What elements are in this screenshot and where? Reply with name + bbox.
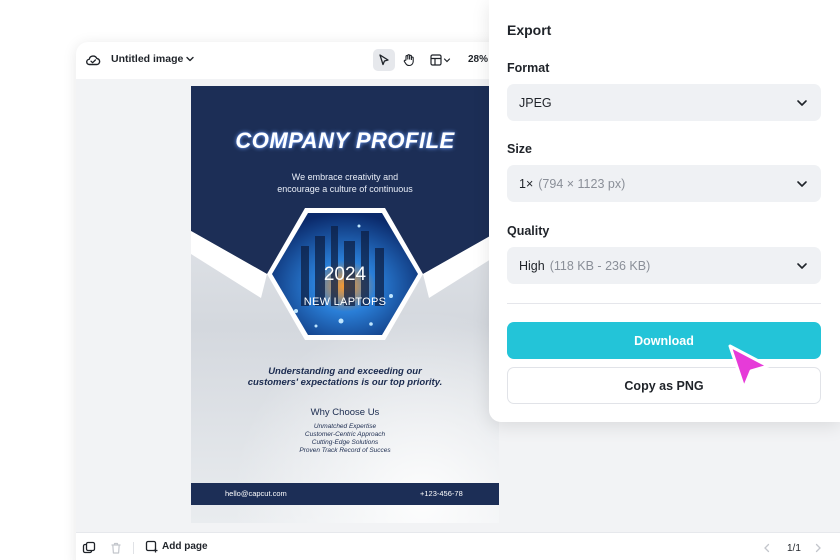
footer-email: hello@capcut.com [225, 489, 287, 498]
format-value: JPEG [519, 95, 552, 110]
why-item: Proven Track Record of Succes [299, 447, 391, 454]
company-profile-title: COMPANY PROFILE [235, 128, 455, 153]
chevron-right-icon[interactable] [813, 543, 823, 553]
zoom-level[interactable]: 28% [468, 54, 488, 65]
quote-line-1: Understanding and exceeding our [268, 366, 422, 377]
page-indicator: 1/1 [787, 543, 801, 554]
size-value: 1× [519, 176, 534, 191]
panel-divider [507, 303, 821, 304]
chevron-down-icon [797, 181, 807, 187]
layout-icon [430, 54, 451, 66]
why-item: Unmatched Expertise [313, 423, 377, 430]
why-item: Cutting-Edge Solutions [311, 439, 379, 446]
document-page[interactable]: COMPANY PROFILE We embrace creativity an… [191, 86, 499, 523]
quality-value: High [519, 258, 545, 273]
chevron-down-icon[interactable] [185, 54, 195, 64]
copy-label: Copy as PNG [624, 378, 704, 393]
subtitle-line-1: We embrace creativity and [291, 172, 399, 182]
cursor-pointer-icon [728, 344, 770, 390]
add-page-button[interactable]: Add page [145, 540, 208, 553]
add-page-label: Add page [162, 541, 208, 552]
size-hint: (794 × 1123 px) [538, 176, 626, 191]
quality-select[interactable]: High (118 KB - 236 KB) [507, 247, 821, 284]
trash-icon[interactable] [109, 541, 123, 555]
format-select[interactable]: JPEG [507, 84, 821, 121]
cloud-icon[interactable] [85, 52, 101, 68]
why-choose-us-heading: Why Choose Us [310, 407, 380, 418]
add-page-icon [145, 540, 158, 553]
quality-hint: (118 KB - 236 KB) [549, 258, 651, 273]
toolbar-divider [133, 542, 134, 554]
subtitle-line-2: encourage a culture of continuous [277, 184, 413, 194]
layout-tool-button[interactable] [426, 49, 456, 71]
hand-icon [403, 54, 414, 67]
export-panel: Export Format JPEG Size 1× (794 × 1123 p… [489, 0, 840, 422]
chevron-left-icon[interactable] [762, 543, 772, 553]
document-footer: hello@capcut.com +123-456-78 [191, 483, 499, 505]
layers-icon[interactable] [82, 541, 96, 555]
document-title[interactable]: Untitled image [111, 53, 183, 65]
download-label: Download [634, 333, 694, 348]
chevron-down-icon [797, 263, 807, 269]
select-tool-button[interactable] [373, 49, 395, 71]
format-label: Format [507, 61, 550, 75]
year-text: 2024 [323, 264, 367, 285]
product-text: NEW LAPTOPS [303, 296, 387, 308]
size-select[interactable]: 1× (794 × 1123 px) [507, 165, 821, 202]
size-label: Size [507, 142, 533, 156]
why-item: Customer-Centric Approach [304, 431, 386, 438]
editor-bottom-bar: Add page 1/1 [76, 532, 840, 560]
footer-phone: +123-456-78 [420, 489, 463, 498]
chevron-down-icon [797, 100, 807, 106]
export-title: Export [507, 22, 552, 38]
quality-label: Quality [507, 224, 550, 238]
select-pointer-icon [379, 54, 389, 66]
quote-line-2: customers' expectations is our top prior… [247, 377, 443, 388]
hand-tool-button[interactable] [398, 49, 420, 71]
